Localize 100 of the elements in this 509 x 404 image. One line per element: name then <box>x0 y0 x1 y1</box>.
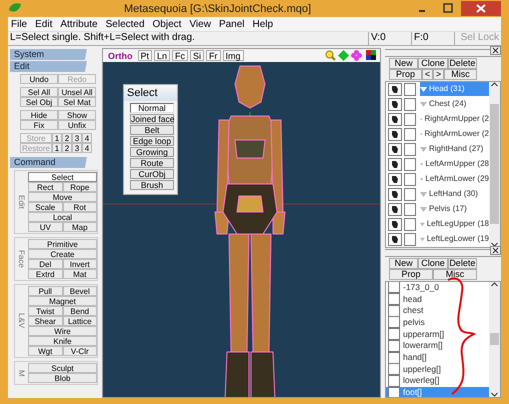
select-mode-button[interactable]: CurObj <box>130 169 174 179</box>
command-button[interactable]: UV <box>28 222 62 232</box>
panel-button[interactable]: Delete <box>448 58 477 69</box>
command-button[interactable]: Shear <box>28 316 62 326</box>
menu-item[interactable]: Panel <box>218 18 245 30</box>
view-toggle[interactable]: Si <box>190 50 204 61</box>
command-button[interactable]: Scale <box>28 202 62 212</box>
command-button[interactable]: Select <box>28 172 97 182</box>
tool-button[interactable]: 4 <box>82 133 92 143</box>
menu-item[interactable]: Attribute <box>60 18 98 30</box>
view-toggle[interactable]: Img <box>222 50 244 61</box>
command-button[interactable]: Primitive <box>28 239 97 249</box>
panel-button[interactable]: Delete <box>448 258 477 269</box>
select-mode-button[interactable]: Belt <box>130 125 174 135</box>
select-mode-button[interactable]: Brush <box>130 180 174 190</box>
command-button[interactable]: Local <box>28 212 97 222</box>
command-button[interactable]: Knife <box>28 336 97 346</box>
command-button[interactable]: Sculpt <box>28 363 97 373</box>
material-item[interactable]: pelvis <box>386 316 489 328</box>
tool-button[interactable]: 2 <box>62 133 72 143</box>
tool-button[interactable]: 1 <box>52 133 62 143</box>
material-item[interactable]: upperleg[] <box>386 363 489 376</box>
command-button[interactable]: Create <box>28 249 97 259</box>
select-mode-button[interactable]: Normal <box>130 103 174 113</box>
command-button[interactable]: Wgt <box>28 346 62 356</box>
command-button[interactable]: Twist <box>28 306 62 316</box>
panel-button[interactable]: Misc <box>444 68 477 80</box>
view-toggle[interactable]: Pt <box>138 50 152 61</box>
command-button[interactable]: Rect <box>28 182 62 192</box>
select-mode-button[interactable]: Joined face <box>130 114 174 124</box>
select-mode-button[interactable]: Route <box>130 158 174 168</box>
tool-button[interactable]: Sel Mat <box>58 97 96 107</box>
tool-button[interactable]: Undo <box>20 74 58 84</box>
tool-button[interactable]: Unsel All <box>58 87 96 97</box>
tool-button[interactable]: 2 <box>62 143 72 153</box>
layer-row[interactable]: Pelvis (17) <box>420 202 489 216</box>
tool-button[interactable]: 1 <box>52 143 62 153</box>
tool-button[interactable]: Hide <box>20 110 58 120</box>
material-name: foot[] <box>403 387 423 398</box>
layer-row[interactable]: RightHand (27) <box>420 142 489 156</box>
tool-button[interactable]: Sel All <box>20 87 58 97</box>
menu-item[interactable]: View <box>189 18 211 30</box>
command-button[interactable]: Move <box>28 192 97 202</box>
command-button[interactable]: Rope <box>62 182 97 192</box>
tool-button[interactable]: Sel Obj <box>20 97 58 107</box>
panel-button[interactable]: New <box>389 258 418 269</box>
tool-button[interactable]: Unfix <box>58 120 96 130</box>
layer-row[interactable]: LeftArmUpper (28 <box>420 157 489 172</box>
tool-button[interactable]: Show <box>58 110 96 120</box>
command-button[interactable]: V-Clr <box>62 346 97 356</box>
view-toggle[interactable]: Fc <box>172 50 188 61</box>
tool-button[interactable]: Fix <box>20 120 58 130</box>
command-button[interactable]: Pull <box>28 286 62 296</box>
panel-button[interactable]: < <box>422 68 433 80</box>
panel-button[interactable]: > <box>433 68 444 80</box>
command-button[interactable]: Magnet <box>28 296 97 306</box>
command-button[interactable]: Lattice <box>62 316 97 326</box>
menu-item[interactable]: Edit <box>35 18 52 30</box>
command-button[interactable]: Map <box>62 222 97 232</box>
command-button[interactable]: Rot <box>62 202 97 212</box>
view-toggle[interactable]: Ln <box>154 50 170 61</box>
material-item[interactable]: upperarm[] <box>386 328 489 340</box>
panel-button[interactable]: Prop <box>389 68 422 80</box>
layer-row[interactable]: Chest (24) <box>420 97 489 112</box>
material-item[interactable]: hand[] <box>386 352 489 364</box>
panel-button[interactable]: Clone <box>418 258 448 269</box>
command-button[interactable]: Blob <box>28 373 97 383</box>
tool-button[interactable]: 3 <box>72 143 82 153</box>
layer-row[interactable]: RightArmLower (2 <box>420 127 489 142</box>
panel-button[interactable]: Prop <box>389 268 433 280</box>
command-button[interactable]: Mat <box>62 269 97 279</box>
select-mode-button[interactable]: Edge loop <box>130 136 174 146</box>
panel-button[interactable]: New <box>389 58 418 69</box>
menu-item[interactable]: Selected <box>106 18 145 30</box>
menu-item[interactable]: Object <box>152 18 182 30</box>
layer-row[interactable]: LeftArmLower (29 <box>420 172 489 186</box>
menu-item[interactable]: Help <box>252 18 274 30</box>
layer-row[interactable]: RightArmUpper (2 <box>420 112 489 126</box>
panel-button[interactable]: Clone <box>418 58 448 69</box>
tool-button[interactable]: 4 <box>82 143 92 153</box>
material-item[interactable]: lowerarm[] <box>386 340 489 352</box>
material-item[interactable]: head <box>386 293 489 305</box>
layer-row[interactable]: LeftHand (30) <box>420 187 489 202</box>
layer-row[interactable]: LeftLegUpper (18 <box>420 217 489 232</box>
command-button[interactable]: Invert <box>62 259 97 269</box>
material-item[interactable]: lowerleg[] <box>386 375 489 387</box>
command-button[interactable]: Extrd <box>28 269 62 279</box>
menu-item[interactable]: File <box>11 18 28 30</box>
viewport[interactable]: Select Normal Joined face Belt Edge loop Growing Route CurObj Brush <box>103 62 380 397</box>
material-item[interactable]: -173_0_0 <box>386 282 489 294</box>
command-button[interactable]: Del <box>28 259 62 269</box>
command-button[interactable]: Bend <box>62 306 97 316</box>
view-toggle[interactable]: Ortho <box>105 50 136 61</box>
view-toggle[interactable]: Fr <box>206 50 221 61</box>
command-button[interactable]: Wire <box>28 326 97 336</box>
select-mode-button[interactable]: Growing <box>130 147 174 157</box>
material-item[interactable]: chest <box>386 304 489 317</box>
command-button[interactable]: Bevel <box>62 286 97 296</box>
tool-button[interactable]: 3 <box>72 133 82 143</box>
layer-row[interactable]: LeftLegLower (19 <box>420 232 489 246</box>
